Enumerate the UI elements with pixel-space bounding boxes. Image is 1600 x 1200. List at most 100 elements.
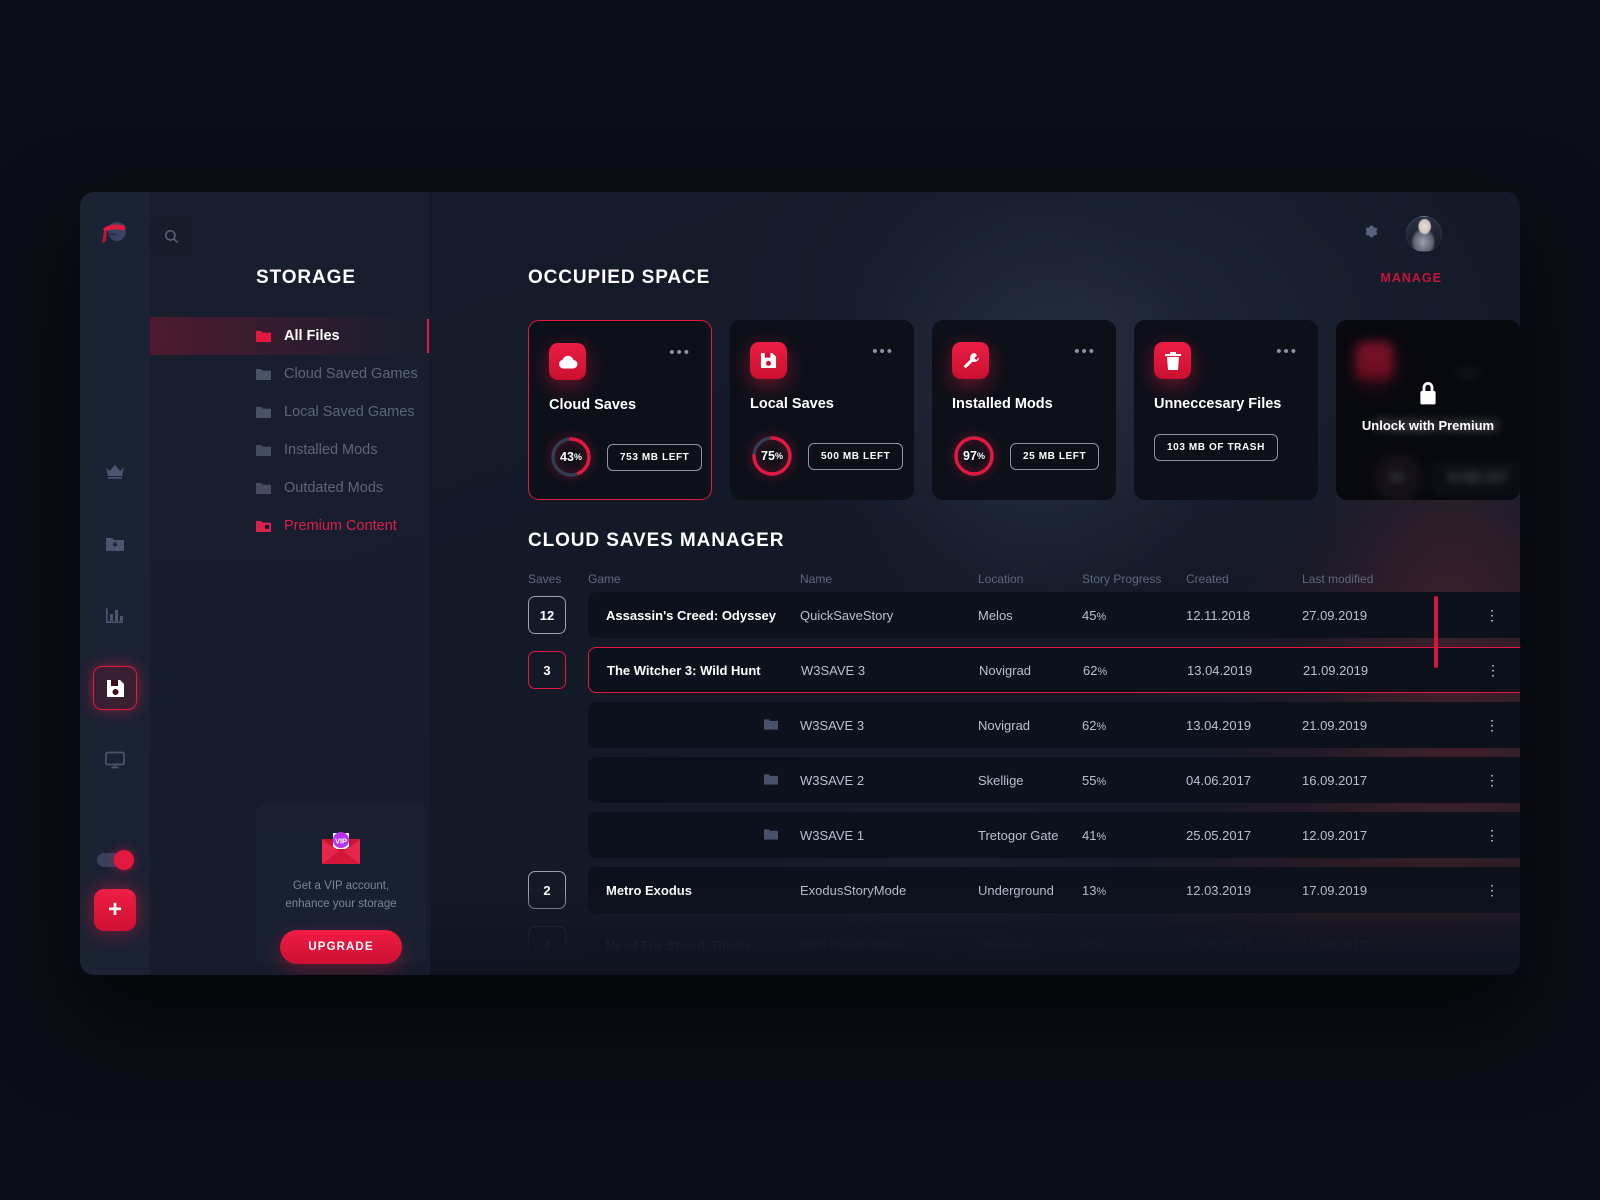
table-row[interactable]: W3SAVE 2 Skellige 55% 04.06.2017 16.09.2… — [528, 757, 1520, 803]
folder-download-icon[interactable] — [93, 522, 137, 566]
card-footer: 97% 25 MB LEFT — [952, 434, 1100, 478]
table-row[interactable]: 12 Assassin's Creed: Odyssey QuickSaveSt… — [528, 592, 1520, 638]
crown-icon[interactable] — [93, 450, 137, 494]
storage-card-installed-mods[interactable]: ••• Installed Mods 97% 25 MB LEFT — [932, 320, 1116, 500]
cell-location: Underground — [978, 882, 1054, 898]
avatar[interactable] — [1406, 216, 1442, 252]
cell-modified: 17.09.2019 — [1302, 882, 1368, 898]
column-header-location[interactable]: Location — [978, 572, 1082, 586]
progress-ring: 75% — [750, 434, 794, 478]
table-row-body[interactable]: W3SAVE 1 Tretogor Gate 41% 25.05.2017 12… — [588, 812, 1520, 858]
save-disk-icon[interactable] — [93, 666, 137, 710]
table-row-body[interactable]: W3SAVE 2 Skellige 55% 04.06.2017 16.09.2… — [588, 757, 1520, 803]
sidebar-item-label: Premium Content — [284, 518, 397, 534]
cell-name: W3SAVE 3 — [800, 717, 865, 733]
column-header-saves[interactable]: Saves — [528, 572, 588, 586]
chart-bar-icon[interactable] — [93, 594, 137, 638]
row-menu-button[interactable]: ⋮ — [1462, 938, 1520, 951]
vertical-scrollbar[interactable] — [1434, 596, 1438, 668]
cell-modified: 27.09.2019 — [1302, 607, 1368, 623]
add-button[interactable]: + — [94, 889, 136, 931]
cell-location: Unknown — [978, 937, 1033, 953]
row-menu-button[interactable]: ⋮ — [1462, 771, 1520, 788]
table-row-body[interactable]: W3SAVE 3 Novigrad 62% 13.04.2019 21.09.2… — [588, 702, 1520, 748]
cloud-saves-table: Saves Game Name Location Story Progress … — [528, 566, 1520, 975]
storage-card-premium-content[interactable]: ••• Premium Content 0% 00 MB LEFT Unlock… — [1336, 320, 1520, 500]
kebab-icon: ⋮ — [1485, 881, 1499, 898]
folder-icon — [256, 330, 271, 342]
cell-progress: 41% — [1082, 827, 1107, 843]
upgrade-button[interactable]: UPGRADE — [280, 929, 402, 964]
sidebar-item-cloud-saved-games[interactable]: Cloud Saved Games — [150, 355, 430, 393]
cell-created: 13.04.2019 — [1186, 717, 1252, 733]
storage-card-cloud-saves[interactable]: ••• Cloud Saves 43% 753 MB LEFT — [528, 320, 712, 500]
card-footer: 75% 500 MB LEFT — [750, 434, 904, 478]
cell-name: ExodusStoryMode — [800, 882, 907, 898]
saves-count-cell: 2 — [528, 871, 588, 909]
row-menu-button[interactable]: ⋮ — [1462, 608, 1520, 621]
table-row[interactable]: 4 Need For Speed: Rivals NFS Rivals Poli… — [528, 922, 1520, 968]
column-header-story-progress[interactable]: Story Progress — [1082, 572, 1186, 586]
floppy-disk-icon — [750, 342, 787, 379]
sidebar-item-premium-content[interactable]: Premium Content — [150, 507, 430, 545]
sidebar-item-label: Installed Mods — [284, 442, 378, 458]
progress-ring: 43% — [549, 435, 593, 479]
icon-rail: + — [80, 192, 150, 975]
table-row[interactable]: W3SAVE 1 Tretogor Gate 41% 25.05.2017 12… — [528, 812, 1520, 858]
lock-overlay: Unlock with Premium — [1336, 382, 1520, 433]
column-header-name[interactable]: Name — [800, 572, 978, 586]
search-button[interactable] — [150, 215, 192, 257]
folder-icon — [256, 482, 271, 494]
ninja-head-logo[interactable] — [96, 214, 134, 252]
row-menu-button[interactable]: ⋮ — [1463, 663, 1520, 676]
column-header-created[interactable]: Created — [1186, 572, 1302, 586]
card-title: Unneccesary Files — [1154, 396, 1282, 412]
cell-location: Novigrad — [979, 662, 1032, 678]
card-capacity-pill: 103 MB OF TRASH — [1154, 434, 1278, 461]
card-capacity-pill: 25 MB LEFT — [1010, 442, 1100, 470]
row-menu-button[interactable]: ⋮ — [1462, 718, 1520, 731]
table-row[interactable]: 3 The Witcher 3: Wild Hunt W3SAVE 3 Novi… — [528, 647, 1520, 693]
toggle-knob — [114, 850, 134, 870]
sidebar-item-installed-mods[interactable]: Installed Mods — [150, 431, 430, 469]
storage-card-unnecessary-files[interactable]: ••• Unneccesary Files 103 MB OF TRASH — [1134, 320, 1318, 500]
rail-bottom-controls: + — [80, 850, 150, 931]
cell-name: NFS Rivals Police — [800, 937, 905, 953]
svg-text:VIP: VIP — [335, 837, 347, 846]
saves-count-cell: 4 — [528, 926, 588, 964]
vip-line-2: enhance your storage — [285, 897, 397, 910]
table-row[interactable]: 2 Metro Exodus ExodusStoryMode Undergrou… — [528, 867, 1520, 913]
cloud-icon — [549, 343, 586, 380]
manage-link[interactable]: MANAGE — [1380, 271, 1442, 285]
storage-cards: ••• Cloud Saves 43% 753 MB LEFT ••• Loca… — [528, 320, 1520, 500]
cell-location: Tretogor Gate — [978, 827, 1059, 843]
folder-icon — [256, 406, 271, 418]
sidebar-item-all-files[interactable]: All Files — [150, 317, 430, 355]
progress-ring: 0% — [1376, 456, 1420, 500]
saves-count-badge: 12 — [528, 596, 566, 634]
card-footer: 103 MB OF TRASH — [1154, 434, 1278, 461]
column-header-game[interactable]: Game — [588, 572, 800, 586]
cloud-saves-title: CLOUD SAVES MANAGER — [528, 530, 785, 551]
table-row-body[interactable]: Need For Speed: Rivals NFS Rivals Police… — [588, 922, 1520, 968]
locked-card-icon — [1356, 342, 1393, 379]
table-row-body[interactable]: Metro Exodus ExodusStoryMode Underground… — [588, 867, 1520, 913]
monitor-icon[interactable] — [93, 738, 137, 782]
storage-card-local-saves[interactable]: ••• Local Saves 75% 500 MB LEFT — [730, 320, 914, 500]
gear-icon[interactable] — [1361, 222, 1380, 246]
table-row[interactable]: W3SAVE 3 Novigrad 62% 13.04.2019 21.09.2… — [528, 702, 1520, 748]
column-header-last-modified[interactable]: Last modified — [1302, 572, 1462, 586]
table-row-body[interactable]: Assassin's Creed: Odyssey QuickSaveStory… — [588, 592, 1520, 638]
kebab-icon: ⋮ — [1485, 771, 1499, 788]
cell-location: Melos — [978, 607, 1013, 623]
mode-toggle[interactable] — [97, 850, 134, 870]
sidebar-item-local-saved-games[interactable]: Local Saved Games — [150, 393, 430, 431]
sidebar-item-outdated-mods[interactable]: Outdated Mods — [150, 469, 430, 507]
table-row-body[interactable]: The Witcher 3: Wild Hunt W3SAVE 3 Novigr… — [588, 647, 1520, 693]
cell-game: The Witcher 3: Wild Hunt — [607, 662, 761, 678]
folder-icon — [764, 773, 778, 788]
cell-location: Novigrad — [978, 717, 1031, 733]
row-menu-button[interactable]: ⋮ — [1462, 828, 1520, 841]
row-menu-button[interactable]: ⋮ — [1462, 881, 1520, 898]
screen: + STORAGE All Files Cloud Saved Games Lo… — [0, 0, 1600, 1200]
